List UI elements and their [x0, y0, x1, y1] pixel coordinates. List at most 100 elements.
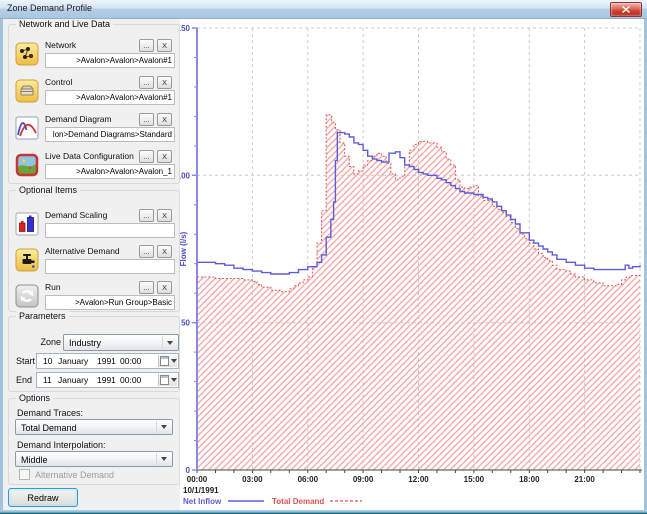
end-time[interactable]: 00:00 — [120, 375, 141, 385]
item-label: Run — [45, 282, 61, 292]
legend-total-demand: Total Demand — [272, 497, 324, 506]
demand-scaling-path-field[interactable] — [45, 223, 175, 238]
item-label: Network — [45, 40, 77, 50]
browse-button[interactable]: ... — [139, 209, 154, 222]
close-icon — [622, 6, 630, 13]
control-row: Control ... X >Avalon>Avalon>Avalon#1 — [9, 76, 179, 107]
item-label: Demand Scaling — [45, 210, 108, 220]
remove-button[interactable]: X — [157, 76, 172, 89]
start-year[interactable]: 1991 — [97, 356, 116, 366]
end-datetime-field[interactable]: 11 January 1991 00:00 — [36, 372, 179, 388]
window-title: Zone Demand Profile — [7, 3, 93, 13]
svg-text:0: 0 — [186, 466, 191, 475]
demand-traces-select[interactable]: Total Demand — [15, 419, 173, 435]
calendar-icon — [159, 375, 169, 385]
svg-text:12:00: 12:00 — [408, 475, 429, 484]
group-title: Options — [16, 393, 54, 403]
live-data-configuration-icon — [15, 153, 39, 177]
demand-traces-value: Total Demand — [21, 422, 77, 433]
remove-button[interactable]: X — [157, 281, 172, 294]
close-button[interactable] — [610, 2, 642, 17]
control-path-field[interactable]: >Avalon>Avalon>Avalon#1 — [45, 90, 175, 105]
svg-text:100: 100 — [180, 171, 191, 180]
demand-scaling-icon — [15, 212, 39, 236]
remove-button[interactable]: X — [157, 209, 172, 222]
browse-button[interactable]: ... — [139, 150, 154, 163]
demand-interpolation-value: Middle — [21, 454, 48, 465]
start-time[interactable]: 00:00 — [120, 356, 141, 366]
item-label: Control — [45, 77, 73, 87]
zone-label: Zone — [40, 337, 61, 347]
chevron-down-icon — [162, 336, 177, 349]
total-demand-area — [197, 114, 640, 471]
demand-interpolation-label: Demand Interpolation: — [17, 440, 106, 450]
end-month[interactable]: January — [58, 375, 88, 385]
chart-area: 0 50 100 150 00:00 03:00 06:00 09:00 12:00 15:00 1… — [177, 18, 644, 510]
zone-demand-profile-dialog: Zone Demand Profile Network and Live Dat… — [0, 0, 647, 514]
titlebar[interactable]: Zone Demand Profile — [0, 0, 647, 19]
remove-button[interactable]: X — [157, 113, 172, 126]
run-path-field[interactable]: >Avalon>Run Group>Basic — [45, 295, 175, 310]
alternative-demand-checkbox — [19, 469, 30, 480]
group-network-and-live-data: Network and Live Data Network ... X >Ava… — [8, 19, 180, 184]
svg-text:03:00: 03:00 — [242, 475, 263, 484]
alternative-demand-row: Alternative Demand ... X — [9, 245, 179, 276]
item-label: Demand Diagram — [45, 114, 112, 124]
group-parameters: Parameters Zone Industry Start 10 Januar… — [8, 311, 180, 392]
y-axis-title: Flow (l/s) — [180, 231, 188, 266]
demand-profile-chart: 0 50 100 150 00:00 03:00 06:00 09:00 12:00 15:00 1… — [177, 24, 642, 506]
start-datetime-field[interactable]: 10 January 1991 00:00 — [36, 353, 179, 369]
start-month[interactable]: January — [58, 356, 88, 366]
zone-value: Industry — [69, 338, 102, 348]
svg-text:09:00: 09:00 — [353, 475, 374, 484]
chevron-down-icon — [170, 378, 177, 382]
item-label: Alternative Demand — [45, 246, 120, 256]
svg-text:50: 50 — [181, 319, 190, 328]
end-year[interactable]: 1991 — [97, 375, 116, 385]
remove-button[interactable]: X — [157, 39, 172, 52]
chevron-down-icon — [156, 421, 171, 433]
legend-net-inflow: Net Inflow — [183, 497, 222, 506]
demand-interpolation-select[interactable]: Middle — [15, 451, 173, 467]
run-icon — [15, 284, 39, 308]
group-title: Optional Items — [16, 185, 81, 195]
chart-legend: Net Inflow Total Demand — [183, 497, 362, 506]
group-optional-items: Optional Items Demand Scaling ... X Alte… — [8, 185, 180, 312]
start-day[interactable]: 10 — [43, 356, 52, 366]
remove-button[interactable]: X — [157, 245, 172, 258]
demand-traces-label: Demand Traces: — [17, 408, 84, 418]
alternative-demand-path-field[interactable] — [45, 259, 175, 274]
start-label: Start — [16, 356, 36, 366]
window-bottom-edge — [0, 510, 647, 514]
svg-text:21:00: 21:00 — [574, 475, 595, 484]
remove-button[interactable]: X — [157, 150, 172, 163]
browse-button[interactable]: ... — [139, 281, 154, 294]
browse-button[interactable]: ... — [139, 113, 154, 126]
zone-select[interactable]: Industry — [63, 334, 179, 351]
network-path-field[interactable]: >Avalon>Avalon>Avalon#1 — [45, 53, 175, 68]
x-axis-date-label: 10/1/1991 — [183, 486, 219, 495]
alternative-demand-icon — [15, 248, 39, 272]
redraw-button[interactable]: Redraw — [8, 488, 78, 507]
demand-diagram-row: Demand Diagram ... X lon>Demand Diagrams… — [9, 113, 179, 144]
browse-button[interactable]: ... — [139, 245, 154, 258]
chevron-down-icon — [170, 359, 177, 363]
svg-text:150: 150 — [180, 24, 191, 33]
chart-series — [197, 114, 641, 471]
calendar-icon — [159, 356, 169, 366]
group-title: Network and Live Data — [16, 19, 114, 29]
alternative-demand-checkbox-label: Alternative Demand — [35, 470, 115, 480]
end-day[interactable]: 11 — [43, 375, 52, 385]
svg-text:15:00: 15:00 — [464, 475, 485, 484]
demand-scaling-row: Demand Scaling ... X — [9, 209, 179, 240]
browse-button[interactable]: ... — [139, 39, 154, 52]
item-label: Live Data Configuration — [45, 151, 134, 161]
demand-diagram-path-field[interactable]: lon>Demand Diagrams>Standard — [45, 127, 175, 142]
browse-button[interactable]: ... — [139, 76, 154, 89]
svg-text:00:00: 00:00 — [187, 475, 208, 484]
group-title: Parameters — [16, 311, 69, 321]
start-calendar-dropdown-button[interactable] — [158, 355, 177, 367]
live-data-configuration-path-field[interactable]: >Avalon>Avalon>Avalon_1 — [45, 164, 175, 179]
end-calendar-dropdown-button[interactable] — [158, 374, 177, 386]
svg-text:06:00: 06:00 — [298, 475, 319, 484]
